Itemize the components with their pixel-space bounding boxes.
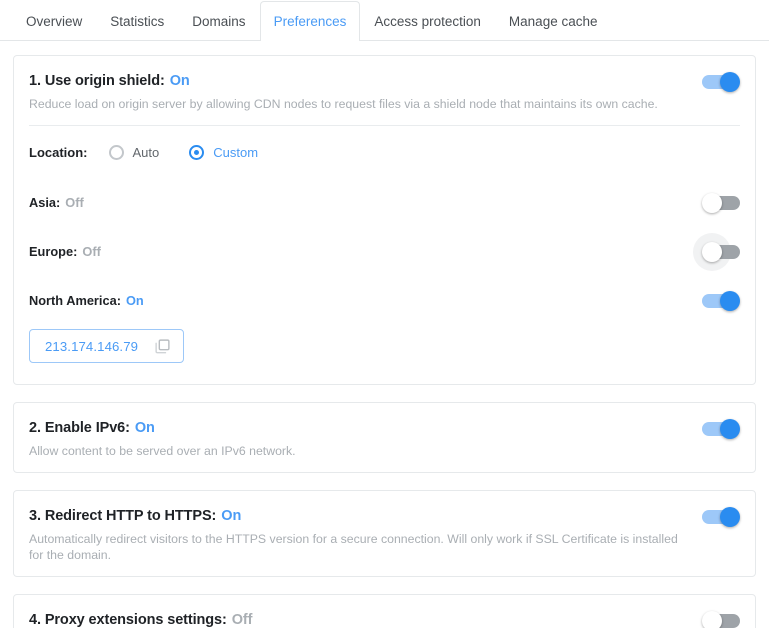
card-header: 3. Redirect HTTP to HTTPS: On Automatical…	[29, 491, 740, 576]
shield-ip-input[interactable]: 213.174.146.79	[29, 329, 185, 363]
toggle-knob	[702, 242, 722, 262]
region-label: Europe: Off	[29, 244, 101, 259]
tab-label: Preferences	[273, 14, 347, 29]
toggle-knob	[720, 507, 740, 527]
status-badge: Off	[65, 195, 84, 210]
location-label: Location:	[29, 145, 88, 160]
status-badge: On	[169, 73, 190, 89]
tab-overview[interactable]: Overview	[12, 1, 96, 41]
setting-card-enable-ipv6: 2. Enable IPv6: On Allow content to be se…	[13, 402, 756, 473]
tab-label: Manage cache	[508, 14, 598, 29]
setting-card-proxy-extensions: 4. Proxy extensions settings:Off Only th…	[13, 594, 756, 628]
toggle-knob	[720, 72, 740, 92]
toggle-knob	[702, 611, 722, 628]
setting-title-label: 3. Redirect HTTP to HTTPS:	[29, 508, 217, 524]
region-label: Asia: Off	[29, 195, 84, 210]
setting-description: Reduce load on origin server by allowing…	[29, 97, 658, 111]
status-badge: Off	[231, 612, 253, 628]
card-header: 1. Use origin shield: On Reduce load on o…	[29, 56, 740, 125]
radio-option-custom[interactable]: Custom	[189, 145, 258, 160]
region-label: North America: On	[29, 293, 144, 308]
tab-statistics[interactable]: Statistics	[96, 1, 178, 41]
location-row: Location: Auto Custom	[29, 126, 740, 178]
status-badge: Off	[82, 244, 101, 259]
card-header-text: 4. Proxy extensions settings:Off Only th…	[29, 610, 702, 628]
card-header-text: 1. Use origin shield: On Reduce load on o…	[29, 71, 702, 112]
tab-bar: Overview Statistics Domains Preferences …	[0, 0, 769, 42]
radio-option-auto[interactable]: Auto	[108, 145, 160, 160]
setting-title-label: 1. Use origin shield:	[29, 73, 165, 89]
tab-manage-cache[interactable]: Manage cache	[495, 1, 612, 41]
toggle-proxy-extensions[interactable]	[702, 611, 740, 628]
region-name: Europe:	[29, 244, 78, 259]
status-badge: On	[125, 293, 144, 308]
setting-card-origin-shield: 1. Use origin shield: On Reduce load on o…	[13, 55, 756, 385]
toggle-region-north-america[interactable]	[702, 291, 740, 311]
toggle-knob	[702, 193, 722, 213]
card-header-text: 2. Enable IPv6: On Allow content to be se…	[29, 418, 702, 459]
copy-icon[interactable]	[155, 338, 170, 354]
tab-label: Statistics	[110, 14, 165, 29]
radio-icon	[108, 145, 124, 160]
tab-label: Overview	[26, 14, 83, 29]
card-header: 2. Enable IPv6: On Allow content to be se…	[29, 403, 740, 472]
region-name: Asia:	[29, 195, 61, 210]
tab-label: Domains	[192, 14, 246, 29]
card-header-text: 3. Redirect HTTP to HTTPS: On Automatical…	[29, 506, 702, 563]
setting-title: 2. Enable IPv6: On	[29, 418, 690, 438]
setting-description: Allow content to be served over an IPv6 …	[29, 444, 296, 458]
setting-title-label: 4. Proxy extensions settings:	[29, 612, 227, 628]
region-row-europe: Europe: Off	[29, 227, 740, 276]
shield-ip-value: 213.174.146.79	[45, 338, 139, 354]
setting-card-redirect-https: 3. Redirect HTTP to HTTPS: On Automatical…	[13, 490, 756, 577]
toggle-enable-ipv6[interactable]	[702, 419, 740, 439]
tab-preferences[interactable]: Preferences	[259, 1, 361, 42]
region-row-north-america: North America: On	[29, 276, 740, 325]
tab-domains[interactable]: Domains	[178, 1, 259, 41]
region-name: North America:	[29, 293, 121, 308]
toggle-origin-shield[interactable]	[702, 72, 740, 92]
preferences-panel: 1. Use origin shield: On Reduce load on o…	[0, 41, 769, 628]
setting-title: 1. Use origin shield: On	[29, 71, 690, 91]
setting-title: 3. Redirect HTTP to HTTPS: On	[29, 506, 690, 526]
toggle-region-asia[interactable]	[702, 193, 740, 213]
region-row-asia: Asia: Off	[29, 178, 740, 227]
setting-title-label: 2. Enable IPv6:	[29, 420, 130, 436]
setting-title: 4. Proxy extensions settings: Off	[29, 610, 690, 628]
tab-access-protection[interactable]: Access protection	[360, 1, 495, 41]
status-badge: On	[134, 420, 155, 436]
radio-label: Custom	[213, 145, 259, 160]
toggle-knob	[720, 291, 740, 311]
toggle-region-europe[interactable]	[693, 233, 740, 271]
setting-description: Automatically redirect visitors to the H…	[29, 532, 678, 562]
tab-label: Access protection	[374, 14, 481, 29]
toggle-knob	[720, 419, 740, 439]
status-badge: On	[221, 508, 242, 524]
card-header: 4. Proxy extensions settings:Off Only th…	[29, 595, 740, 628]
toggle-redirect-https[interactable]	[702, 507, 740, 527]
shield-ip-wrapper: 213.174.146.79	[29, 325, 740, 384]
radio-label: Auto	[132, 145, 160, 160]
radio-icon	[189, 145, 205, 160]
